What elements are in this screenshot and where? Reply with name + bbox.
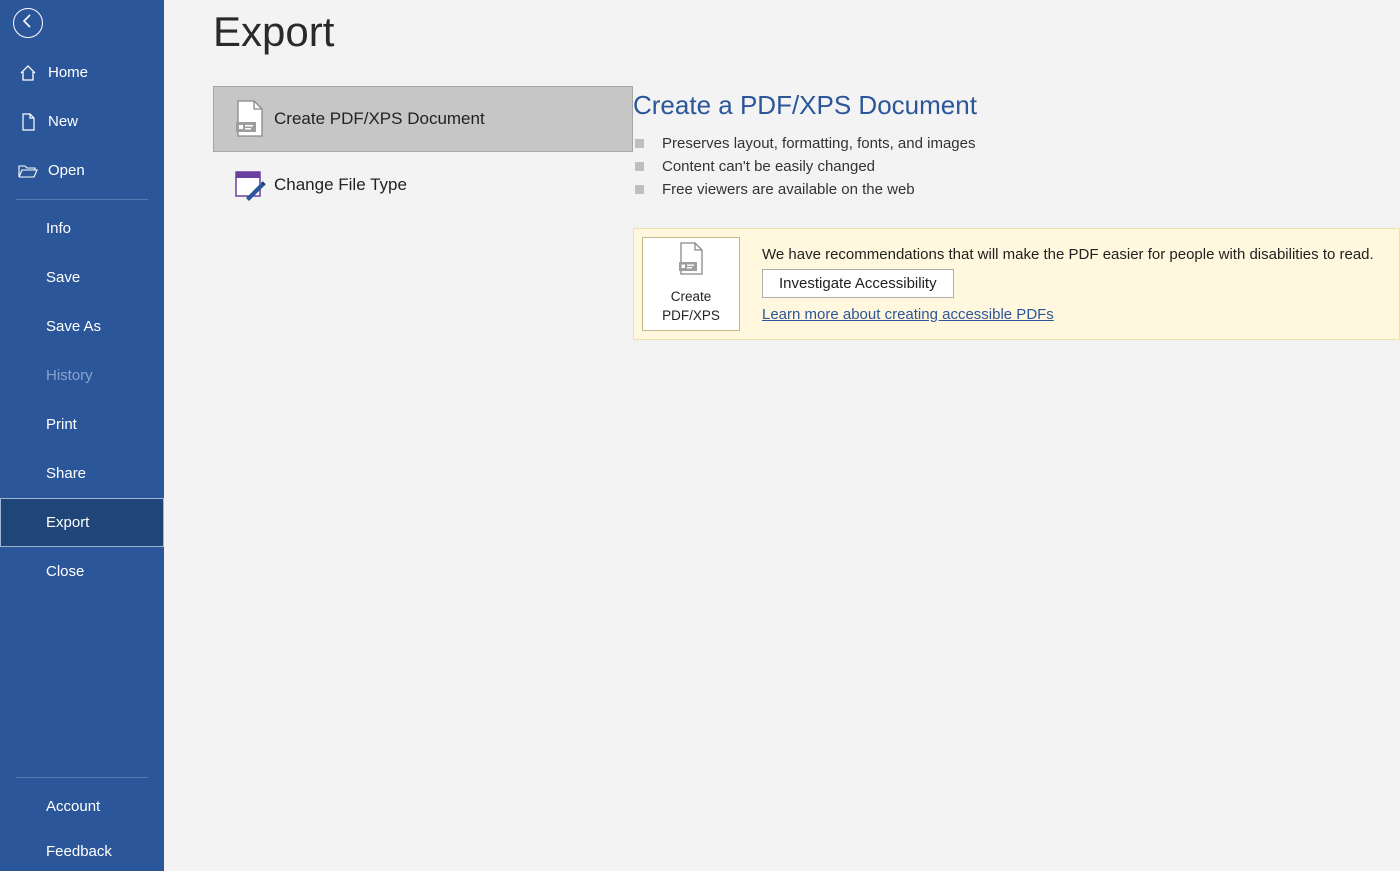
bullet-item: Preserves layout, formatting, fonts, and… xyxy=(633,135,1400,152)
sidebar-label-saveas: Save As xyxy=(46,318,101,335)
export-option-label: Change File Type xyxy=(274,175,407,195)
create-pdf-xps-button-line2: PDF/XPS xyxy=(662,307,720,326)
sidebar-item-info[interactable]: Info xyxy=(0,204,164,253)
sidebar-item-save[interactable]: Save xyxy=(0,253,164,302)
investigate-accessibility-button[interactable]: Investigate Accessibility xyxy=(762,269,954,298)
backstage-sidebar: Home New Open Info Save Save As History … xyxy=(0,0,164,871)
sidebar-label-share: Share xyxy=(46,465,86,482)
accessibility-message: We have recommendations that will make t… xyxy=(762,246,1374,263)
sidebar-item-open[interactable]: Open xyxy=(0,146,164,195)
create-pdf-xps-button[interactable]: Create PDF/XPS xyxy=(642,237,740,331)
sidebar-label-feedback: Feedback xyxy=(46,843,112,860)
change-file-type-icon xyxy=(224,168,274,202)
export-content-row: Create PDF/XPS Document Change File Type… xyxy=(213,86,1400,340)
export-option-label: Create PDF/XPS Document xyxy=(274,109,485,129)
sidebar-item-account[interactable]: Account xyxy=(0,782,164,831)
sidebar-label-save: Save xyxy=(46,269,80,286)
pdf-export-icon xyxy=(675,242,707,282)
sidebar-item-history: History xyxy=(0,351,164,400)
sidebar-label-open: Open xyxy=(48,162,85,179)
sidebar-separator xyxy=(16,199,148,200)
export-options-column: Create PDF/XPS Document Change File Type xyxy=(213,86,633,340)
export-details-column: Create a PDF/XPS Document Preserves layo… xyxy=(633,86,1400,340)
sidebar-label-history: History xyxy=(46,367,93,384)
sidebar-item-share[interactable]: Share xyxy=(0,449,164,498)
sidebar-item-print[interactable]: Print xyxy=(0,400,164,449)
create-pdf-xps-button-line1: Create xyxy=(671,288,712,307)
sidebar-label-info: Info xyxy=(46,220,71,237)
home-icon xyxy=(18,64,38,82)
sidebar-label-close: Close xyxy=(46,563,84,580)
details-heading: Create a PDF/XPS Document xyxy=(633,90,1400,121)
sidebar-item-close[interactable]: Close xyxy=(0,547,164,596)
back-arrow-icon xyxy=(20,13,36,33)
square-bullet-icon xyxy=(635,162,644,171)
accessibility-recommendation-box: Create PDF/XPS We have recommendations t… xyxy=(633,228,1400,340)
bullet-item: Content can't be easily changed xyxy=(633,158,1400,175)
bullet-text: Preserves layout, formatting, fonts, and… xyxy=(662,135,975,152)
square-bullet-icon xyxy=(635,185,644,194)
square-bullet-icon xyxy=(635,139,644,148)
details-bullet-list: Preserves layout, formatting, fonts, and… xyxy=(633,135,1400,198)
bullet-item: Free viewers are available on the web xyxy=(633,181,1400,198)
sidebar-separator-bottom xyxy=(16,777,148,778)
export-option-change-file-type[interactable]: Change File Type xyxy=(213,152,633,218)
bullet-text: Content can't be easily changed xyxy=(662,158,875,175)
pdf-document-icon xyxy=(224,100,274,138)
sidebar-spacer xyxy=(0,596,164,773)
page-title: Export xyxy=(213,8,1400,56)
sidebar-item-home[interactable]: Home xyxy=(0,48,164,97)
sidebar-item-export[interactable]: Export xyxy=(0,498,164,547)
export-main-area: Export Create PDF/XPS Document xyxy=(164,0,1400,871)
sidebar-label-new: New xyxy=(48,113,78,130)
sidebar-label-home: Home xyxy=(48,64,88,81)
bullet-text: Free viewers are available on the web xyxy=(662,181,915,198)
accessibility-right-panel: We have recommendations that will make t… xyxy=(742,246,1374,323)
sidebar-label-account: Account xyxy=(46,798,100,815)
folder-open-icon xyxy=(18,163,38,179)
new-file-icon xyxy=(18,113,38,131)
sidebar-item-saveas[interactable]: Save As xyxy=(0,302,164,351)
back-button[interactable] xyxy=(13,8,43,38)
sidebar-item-feedback[interactable]: Feedback xyxy=(0,831,164,871)
export-option-create-pdf-xps[interactable]: Create PDF/XPS Document xyxy=(213,86,633,152)
sidebar-label-print: Print xyxy=(46,416,77,433)
sidebar-item-new[interactable]: New xyxy=(0,97,164,146)
sidebar-label-export: Export xyxy=(46,514,89,531)
learn-more-accessible-pdfs-link[interactable]: Learn more about creating accessible PDF… xyxy=(762,306,1054,323)
